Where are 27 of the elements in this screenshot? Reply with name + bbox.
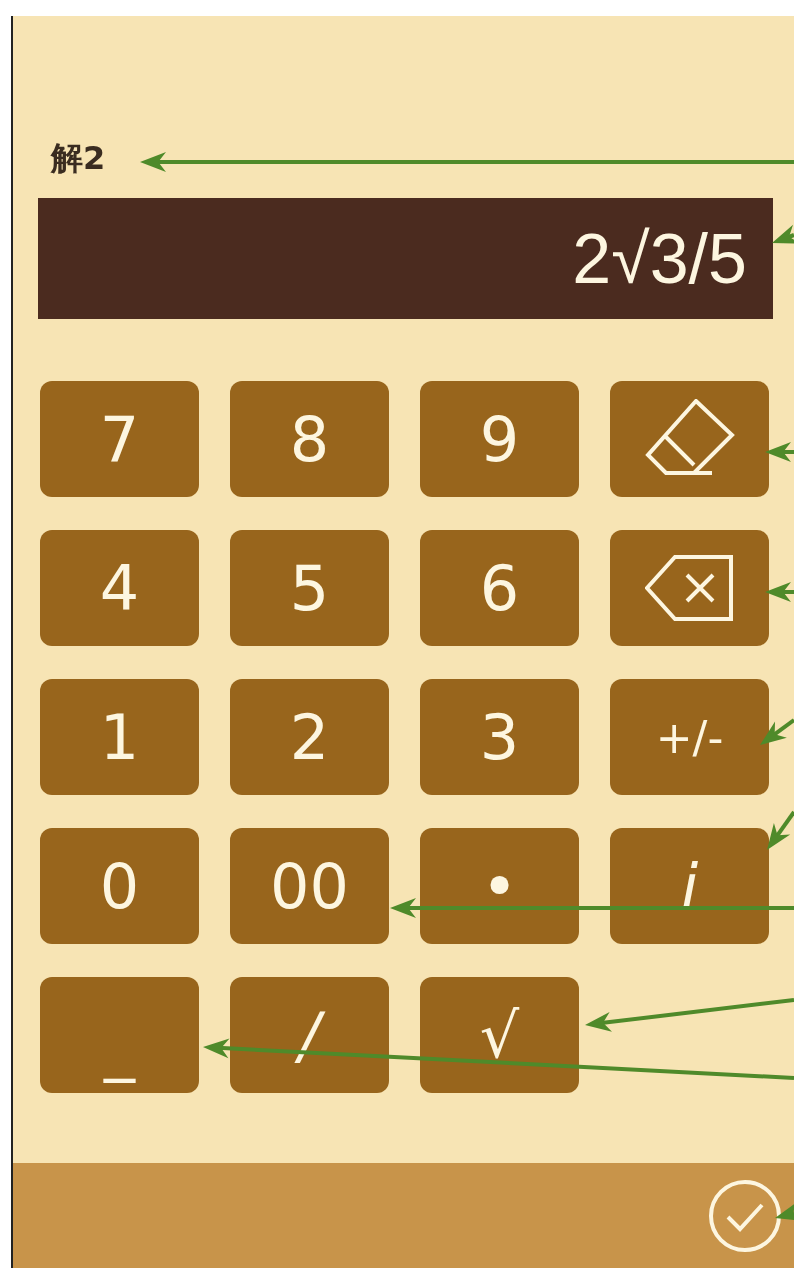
keypad-key[interactable]: 6 [420,530,579,646]
keypad-key[interactable]: 7 [40,381,199,497]
callout-arrow [767,810,794,850]
callout-arrow [760,718,794,745]
keypad-key[interactable]: • [420,828,579,944]
backspace-key[interactable] [610,530,769,646]
keypad-key[interactable]: +/- [610,679,769,795]
answer-display: 2√3/5 [38,198,773,319]
keypad-key[interactable]: 5 [230,530,389,646]
callout-arrow [765,442,794,462]
keypad-key[interactable]: 1 [40,679,199,795]
callout-arrow [765,582,794,602]
keypad-key[interactable]: 9 [420,381,579,497]
backspace-icon [644,555,735,621]
keypad-key[interactable]: 0 [40,828,199,944]
solution-label: 解2 [51,138,106,178]
keypad-key[interactable]: 3 [420,679,579,795]
keypad-key[interactable]: 8 [230,381,389,497]
keypad-key[interactable]: √ [420,977,579,1093]
clear-key[interactable] [610,381,769,497]
callout-arrow [772,224,794,244]
keypad-key[interactable]: 2 [230,679,389,795]
keypad-key[interactable]: 4 [40,530,199,646]
keypad-key[interactable]: _ [40,977,199,1093]
keypad-key[interactable]: 00 [230,828,389,944]
confirm-check-icon[interactable] [708,1178,782,1253]
keypad-key[interactable]: i [610,828,769,944]
